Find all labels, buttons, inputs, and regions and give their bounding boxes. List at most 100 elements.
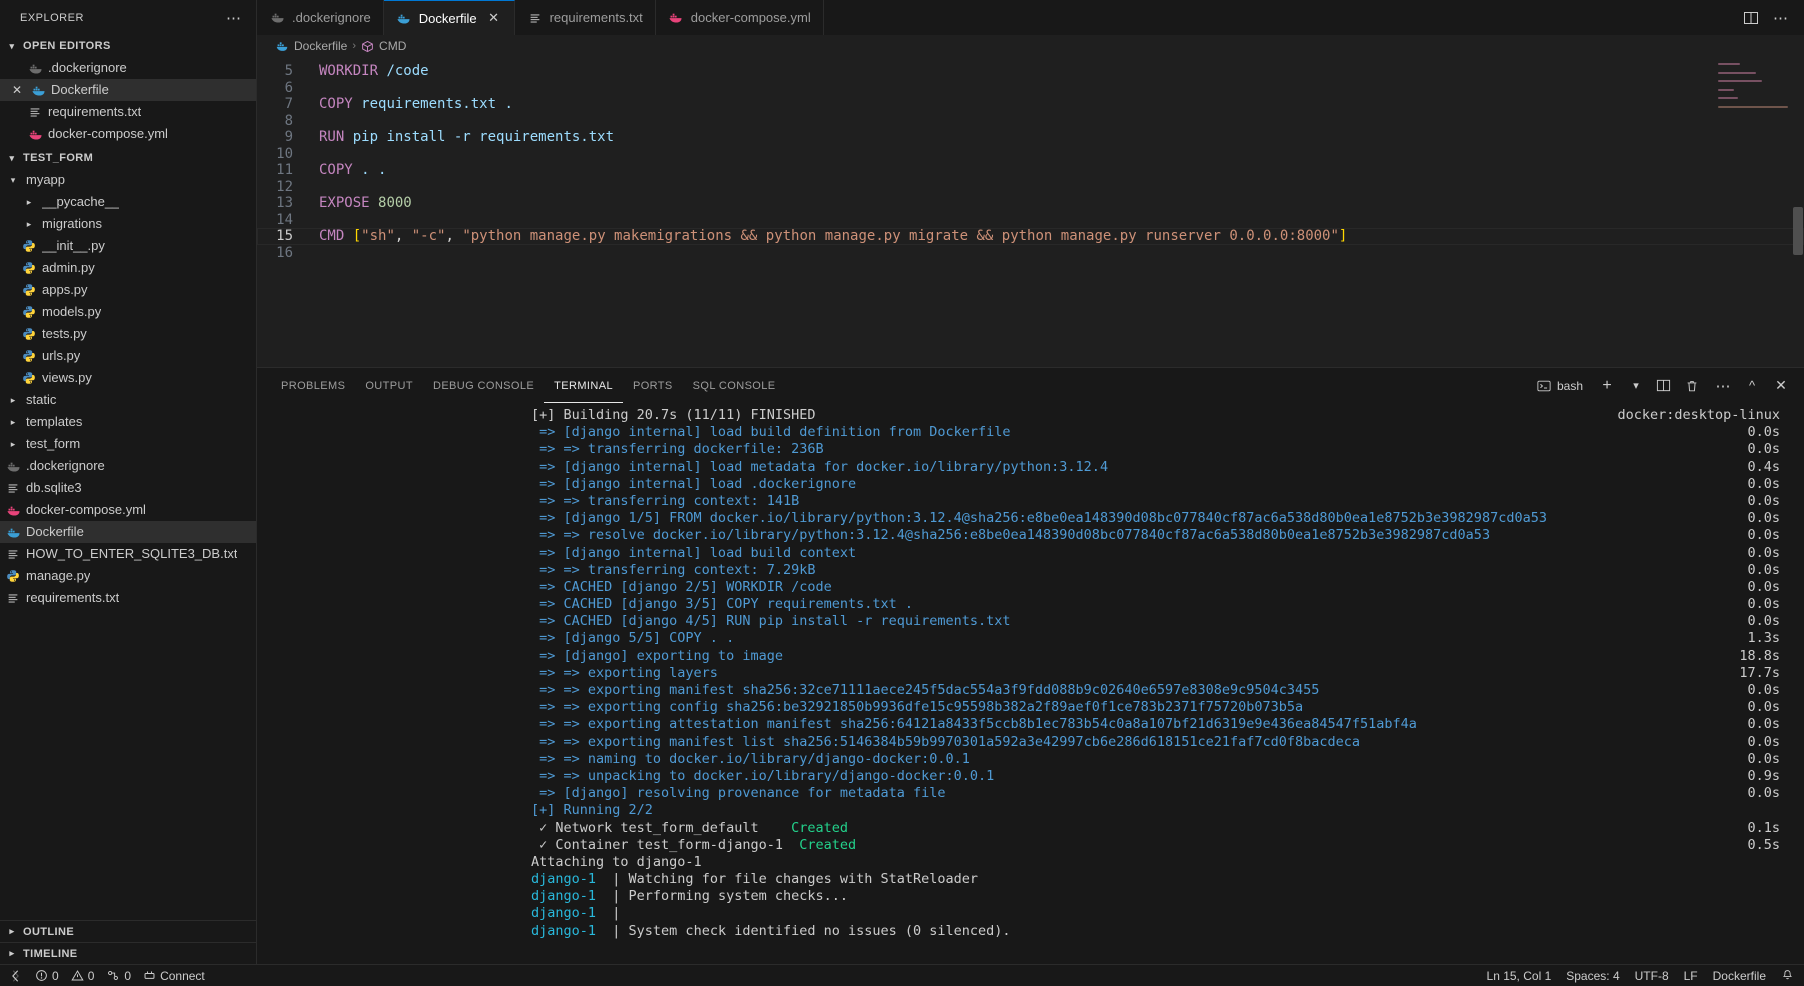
tree-item-urls-py[interactable]: urls.py	[0, 345, 256, 367]
text-file-icon	[27, 104, 43, 120]
tree-item-static[interactable]: static	[0, 389, 256, 411]
docker-icon	[269, 10, 285, 26]
code-line[interactable]: 11 COPY . .	[257, 162, 1804, 179]
terminal-output[interactable]: docker:desktop-linux [+] Building 20.7s …	[257, 403, 1804, 964]
code-line[interactable]: 13 EXPOSE 8000	[257, 195, 1804, 212]
tab-docker-compose-yml[interactable]: docker-compose.yml	[655, 0, 824, 35]
more-actions-icon[interactable]: ⋯	[1773, 9, 1788, 27]
code-line[interactable]: 8	[257, 113, 1804, 130]
tree-item-label: models.py	[42, 304, 102, 319]
terminal-line: => [django internal] load build context 0…	[531, 545, 1804, 562]
terminal-scrollbar[interactable]	[1790, 403, 1804, 964]
code-line[interactable]: 7 COPY requirements.txt .	[257, 96, 1804, 113]
tree-item--dockerignore[interactable]: .dockerignore	[0, 455, 256, 477]
terminal-line-text: ✓ Container test_form-django-1 Created	[531, 836, 857, 853]
close-panel-icon[interactable]: ✕	[1772, 377, 1790, 394]
open-editor-item[interactable]: ✕ Dockerfile	[0, 79, 256, 101]
code-line[interactable]: 6	[257, 80, 1804, 97]
ports-forwarded[interactable]: 0	[106, 969, 131, 983]
project-label: TEST_FORM	[23, 152, 94, 164]
tab-dockerfile[interactable]: Dockerfile ✕	[383, 0, 515, 35]
tree-item-templates[interactable]: templates	[0, 411, 256, 433]
panel-tab-ports[interactable]: PORTS	[623, 368, 683, 403]
sidebar-item-timeline[interactable]: TIMELINE	[0, 942, 256, 964]
tree-item-apps-py[interactable]: apps.py	[0, 279, 256, 301]
split-terminal-icon[interactable]	[1656, 378, 1674, 393]
tree-item-admin-py[interactable]: admin.py	[0, 257, 256, 279]
tree-item-views-py[interactable]: views.py	[0, 367, 256, 389]
tree-item-models-py[interactable]: models.py	[0, 301, 256, 323]
problems-warnings[interactable]: 0	[71, 968, 95, 983]
code-line[interactable]: 14	[257, 212, 1804, 229]
sidebar-item-outline[interactable]: OUTLINE	[0, 920, 256, 942]
indentation[interactable]: Spaces: 4	[1566, 969, 1619, 983]
ellipsis-icon[interactable]: ⋯	[220, 9, 248, 27]
encoding[interactable]: UTF-8	[1635, 969, 1669, 983]
tree-item-myapp[interactable]: myapp	[0, 169, 256, 191]
tree-item-requirements-txt[interactable]: requirements.txt	[0, 587, 256, 609]
line-number: 5	[284, 63, 293, 79]
line-content: EXPOSE 8000	[319, 195, 412, 211]
problems-errors[interactable]: 0	[35, 969, 59, 983]
tree-item-test-form[interactable]: test_form	[0, 433, 256, 455]
tree-item-label: docker-compose.yml	[26, 502, 146, 517]
open-editor-item[interactable]: docker-compose.yml	[0, 123, 256, 145]
terminal-line: django-1 | System check identified no is…	[531, 923, 1804, 940]
open-editor-item[interactable]: requirements.txt	[0, 101, 256, 123]
tree-item-migrations[interactable]: migrations	[0, 213, 256, 235]
chevron-down-icon[interactable]: ▾	[1627, 379, 1645, 392]
maximize-panel-icon[interactable]: ^	[1743, 378, 1761, 393]
code-line[interactable]: 9 RUN pip install -r requirements.txt	[257, 129, 1804, 146]
code-line[interactable]: 12	[257, 179, 1804, 196]
new-terminal-icon[interactable]: +	[1598, 377, 1616, 395]
code-line[interactable]: 15 CMD ["sh", "-c", "python manage.py mak…	[257, 228, 1804, 245]
tree-item-db-sqlite3[interactable]: db.sqlite3	[0, 477, 256, 499]
tab-requirements-txt[interactable]: requirements.txt	[514, 0, 656, 35]
open-editors-section-header[interactable]: OPEN EDITORS	[0, 35, 256, 57]
panel-tab-problems[interactable]: PROBLEMS	[271, 368, 355, 403]
tree-item-how-to-enter-sqlite3-db-txt[interactable]: HOW_TO_ENTER_SQLITE3_DB.txt	[0, 543, 256, 565]
panel-tab-output[interactable]: OUTPUT	[355, 368, 423, 403]
kill-terminal-icon[interactable]	[1685, 379, 1703, 393]
tab--dockerignore[interactable]: .dockerignore	[257, 0, 384, 35]
terminal-line: => [django] resolving provenance for met…	[531, 785, 1804, 802]
terminal-shell-chip[interactable]: bash	[1537, 379, 1587, 393]
vscode-window: EXPLORER ⋯ OPEN EDITORS .dockerignore✕Do…	[0, 0, 1804, 986]
split-editor-icon[interactable]	[1743, 10, 1759, 26]
tree-item--init-py[interactable]: __init__.py	[0, 235, 256, 257]
connect-label: Connect	[160, 968, 205, 983]
code-line[interactable]: 10	[257, 146, 1804, 163]
terminal-line-text: [+] Running 2/2	[531, 802, 653, 819]
eol[interactable]: LF	[1684, 969, 1698, 983]
cursor-position[interactable]: Ln 15, Col 1	[1487, 969, 1552, 983]
tree-item-manage-py[interactable]: manage.py	[0, 565, 256, 587]
bell-icon[interactable]	[1781, 969, 1794, 982]
panel-tab-debug-console[interactable]: DEBUG CONSOLE	[423, 368, 544, 403]
project-section-header[interactable]: TEST_FORM	[0, 147, 256, 169]
code-editor[interactable]: 5 WORKDIR /code 6 7 COPY requirements.txt . 8…	[257, 57, 1804, 367]
panel-tab-sql-console[interactable]: SQL CONSOLE	[683, 368, 786, 403]
scrollbar-thumb[interactable]	[1793, 207, 1803, 255]
tree-item-tests-py[interactable]: tests.py	[0, 323, 256, 345]
open-editor-item[interactable]: .dockerignore	[0, 57, 256, 79]
more-actions-icon[interactable]: ⋯	[1714, 377, 1732, 395]
remote-icon[interactable]	[8, 969, 23, 983]
tree-item-docker-compose-yml[interactable]: docker-compose.yml	[0, 499, 256, 521]
tree-item--pycache-[interactable]: __pycache__	[0, 191, 256, 213]
minimap[interactable]	[1718, 63, 1790, 149]
close-icon[interactable]: ✕	[9, 83, 25, 97]
code-line[interactable]: 16	[257, 245, 1804, 262]
line-number: 13	[276, 195, 293, 211]
warning-count: 0	[87, 968, 95, 983]
tree-item-label: .dockerignore	[26, 458, 105, 473]
tab-close-icon[interactable]: ✕	[486, 10, 502, 26]
explorer-header: EXPLORER ⋯	[0, 0, 256, 35]
breadcrumb-symbol[interactable]: CMD	[379, 39, 406, 53]
breadcrumb-file[interactable]: Dockerfile	[294, 39, 347, 53]
connect-button[interactable]: Connect	[143, 969, 205, 983]
code-line[interactable]: 5 WORKDIR /code	[257, 63, 1804, 80]
tree-item-dockerfile[interactable]: Dockerfile	[0, 521, 256, 543]
panel-tab-terminal[interactable]: TERMINAL	[544, 368, 623, 403]
language-mode[interactable]: Dockerfile	[1713, 969, 1766, 983]
editor-scrollbar[interactable]	[1790, 57, 1804, 367]
